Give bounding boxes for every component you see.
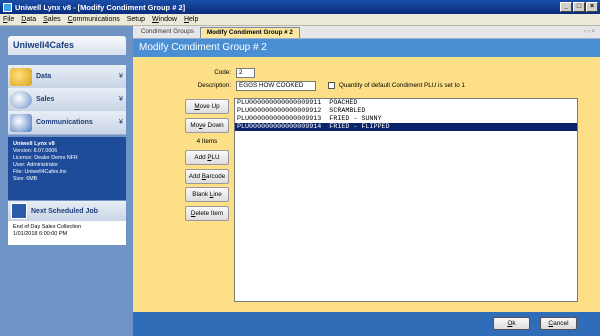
description-label: Description:: [197, 82, 231, 89]
list-item-selected[interactable]: PLU000000000000009914 FRIED - FLIPPED: [235, 123, 577, 131]
info-licence: Licence: Dealer Demo NFR: [13, 155, 78, 161]
ok-button[interactable]: Ok: [493, 317, 530, 330]
menu-file[interactable]: File: [3, 16, 14, 23]
tab-navigation-controls[interactable]: ‹ › ×: [584, 29, 595, 35]
window-title: Uniwell Lynx v8 - [Modify Condiment Grou…: [15, 2, 186, 12]
info-title: Uniwell Lynx v8: [13, 141, 55, 147]
sales-icon: [10, 90, 32, 109]
sidebar-panel-communications[interactable]: Communications ¥: [8, 111, 126, 135]
chevron-down-icon[interactable]: ¥: [116, 119, 126, 126]
communications-icon: [10, 113, 32, 132]
document-tabs: Condiment Groups Modify Condiment Group …: [133, 26, 600, 39]
default-quantity-label: Quantity of default Condiment PLU is set…: [339, 82, 466, 89]
move-up-button[interactable]: Move Up: [185, 99, 229, 114]
window-titlebar: Uniwell Lynx v8 - [Modify Condiment Grou…: [0, 0, 600, 14]
sidebar-panel-label: Sales: [36, 96, 55, 103]
tab-modify-condiment-group[interactable]: Modify Condiment Group # 2: [199, 27, 300, 38]
menu-communications[interactable]: Communications: [68, 16, 120, 23]
info-user: User: Administrator: [13, 162, 59, 168]
list-item[interactable]: PLU000000000000009913 FRIED - SUNNY: [235, 115, 577, 123]
next-job-title: Next Scheduled Job: [31, 207, 98, 215]
list-item[interactable]: PLU000000000000009911 POACHED: [235, 99, 577, 107]
page-title: Modify Condiment Group # 2: [133, 39, 600, 57]
info-size: Size: 6MB: [13, 176, 38, 182]
default-quantity-checkbox[interactable]: [328, 82, 335, 89]
chevron-down-icon[interactable]: ¥: [116, 73, 126, 80]
menu-sales[interactable]: Sales: [43, 16, 61, 23]
blank-line-button[interactable]: Blank Line: [185, 187, 229, 202]
sidebar-panel-sales[interactable]: Sales ¥: [8, 88, 126, 112]
minimize-button[interactable]: _: [560, 2, 572, 12]
menu-data[interactable]: Data: [21, 16, 36, 23]
sidebar-panel-label: Data: [36, 73, 52, 80]
list-item[interactable]: PLU000000000000009912 SCRAMBLED: [235, 107, 577, 115]
sidebar-panel-label: Communications: [36, 119, 93, 126]
data-folder-icon: [10, 67, 32, 86]
next-scheduled-job-details: End of Day Sales Collection 1/01/2018 6:…: [8, 221, 126, 245]
move-down-button[interactable]: Move Down: [185, 118, 229, 133]
next-job-time: 1/01/2018 6:00:00 PM: [13, 231, 68, 237]
next-scheduled-job-header[interactable]: Next Scheduled Job: [8, 201, 126, 221]
close-button[interactable]: ×: [586, 2, 598, 12]
menu-bar: File Data Sales Communications Setup Win…: [0, 14, 600, 26]
code-label: Code:: [214, 69, 231, 76]
sidebar-header: Uniwell4Cafes: [8, 36, 126, 55]
sidebar: Uniwell4Cafes Data ¥ Sales ¥ Communicati…: [0, 26, 133, 336]
condiment-plu-list[interactable]: PLU000000000000009911 POACHED PLU0000000…: [234, 98, 578, 302]
code-input[interactable]: 2: [236, 68, 255, 78]
info-file: File: Uniwell4Cafes.lnx: [13, 169, 67, 175]
next-job-name: End of Day Sales Collection: [13, 224, 82, 230]
chevron-down-icon[interactable]: ¥: [116, 96, 126, 103]
menu-window[interactable]: Window: [152, 16, 177, 23]
maximize-button[interactable]: □: [573, 2, 585, 12]
description-input[interactable]: EGGS HOW COOKED: [236, 81, 316, 91]
tab-condiment-groups[interactable]: Condiment Groups: [135, 27, 200, 38]
items-count: 4 Items: [196, 138, 218, 145]
license-info: Uniwell Lynx v8 Version: 8.07.0006 Licen…: [8, 137, 126, 200]
calendar-icon: [11, 203, 27, 219]
cancel-button[interactable]: Cancel: [540, 317, 577, 330]
app-icon: [3, 2, 12, 12]
add-barcode-button[interactable]: Add Barcode: [185, 169, 229, 184]
menu-setup[interactable]: Setup: [127, 16, 145, 23]
sidebar-panel-data[interactable]: Data ¥: [8, 65, 126, 89]
info-version: Version: 8.07.0006: [13, 148, 58, 154]
menu-help[interactable]: Help: [184, 16, 198, 23]
delete-item-button[interactable]: Delete Item: [185, 206, 229, 221]
add-plu-button[interactable]: Add PLU: [185, 150, 229, 165]
